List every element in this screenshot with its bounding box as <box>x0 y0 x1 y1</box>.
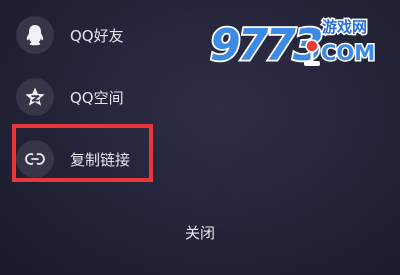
watermark-logo: 9773 游戏网 COM <box>208 8 388 76</box>
close-button[interactable]: 关闭 <box>0 222 400 243</box>
highlight-box <box>12 124 153 182</box>
qq-penguin-icon <box>16 16 54 54</box>
share-item-qq-friends[interactable]: QQ好友 <box>16 14 124 56</box>
watermark-suffix: COM <box>321 41 375 65</box>
share-item-label: QQ空间 <box>70 88 124 107</box>
watermark-tagline: 游戏网 <box>322 18 367 36</box>
share-item-qzone[interactable]: QQ空间 <box>16 76 124 118</box>
qzone-star-icon <box>16 78 54 116</box>
share-item-label: QQ好友 <box>70 26 124 45</box>
